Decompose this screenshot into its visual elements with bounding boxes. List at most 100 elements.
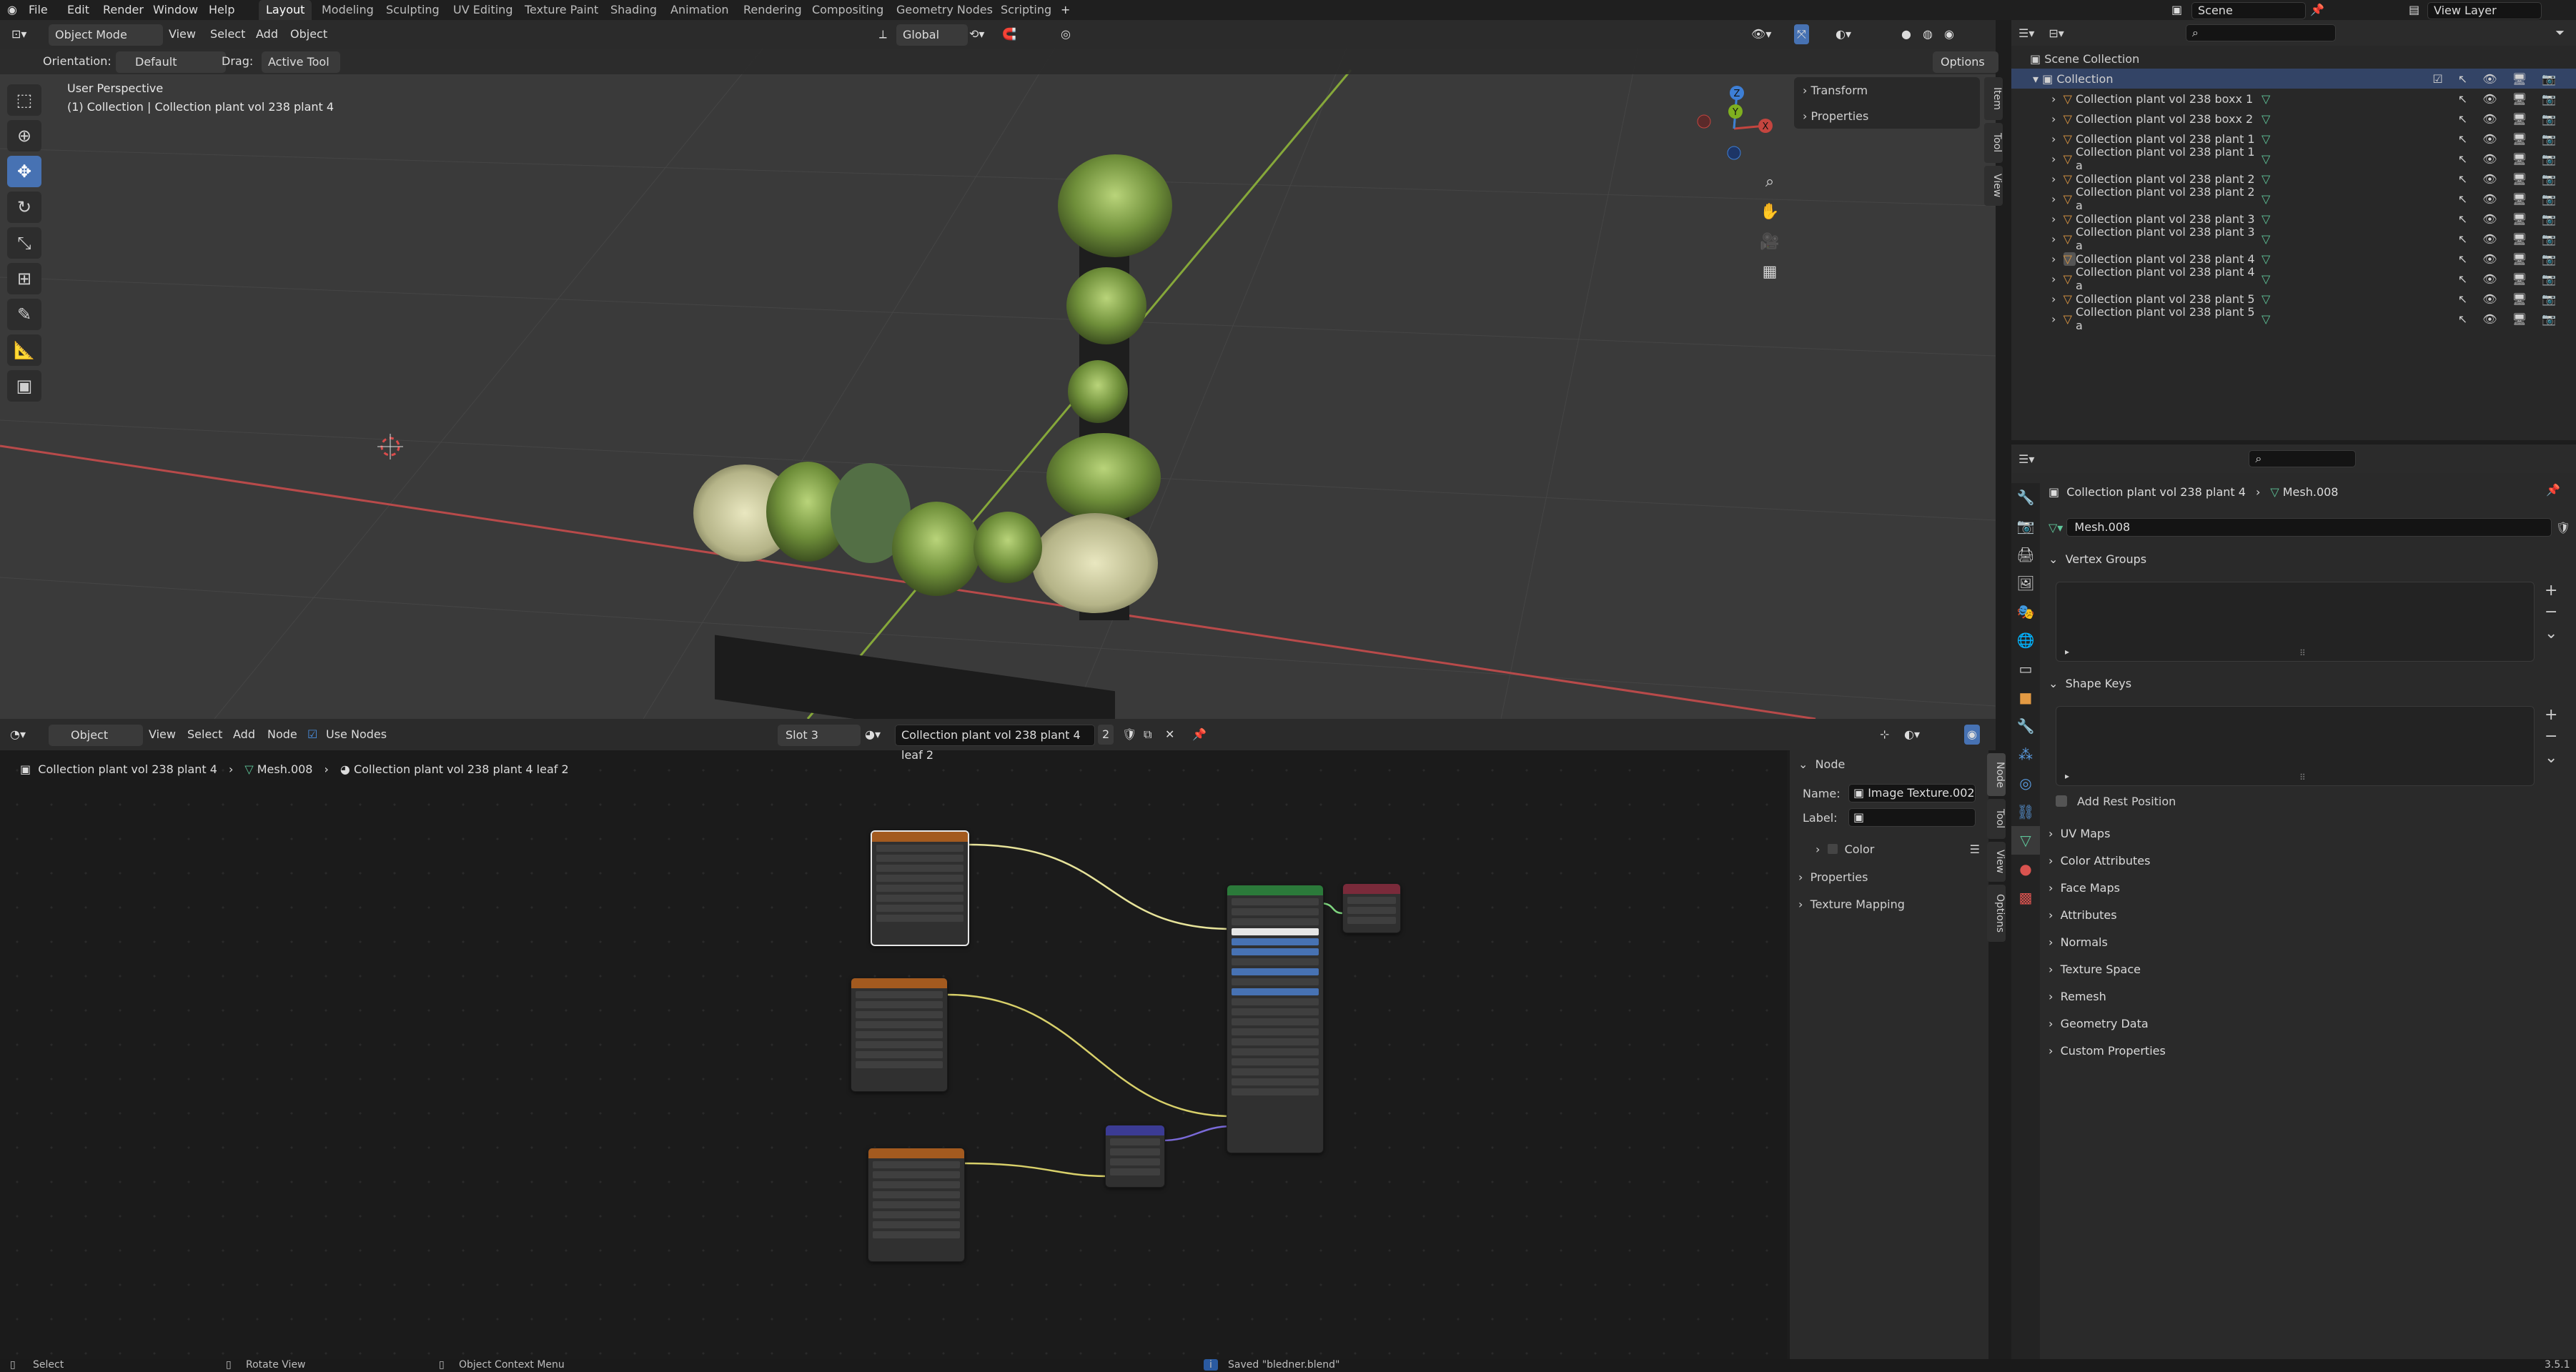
panel-vertex-groups[interactable]: ⌄ Vertex Groups (2049, 547, 2570, 572)
node-gizmo-icon[interactable]: ◉ (1964, 725, 1980, 745)
properties-search-input[interactable]: ⌕ (2249, 450, 2357, 467)
restrict-toggles[interactable]: ↖ 👁 🖥 📷 (2458, 292, 2562, 306)
vp-menu-object[interactable]: Object (290, 24, 327, 44)
constraints-tab-icon[interactable]: ⛓ (2011, 797, 2040, 826)
panel-attributes[interactable]: › Attributes (2049, 903, 2570, 928)
node-panel-header[interactable]: ⌄ Node (1798, 753, 1845, 775)
mesh-data-icon[interactable]: ▽▾ (2049, 521, 2066, 535)
tab-sculpting[interactable]: Sculpting (379, 0, 447, 20)
resize-grip-icon[interactable]: ⠿ (2299, 648, 2306, 658)
scene-tab-icon[interactable]: 🎭 (2011, 597, 2040, 626)
node-menu-select[interactable]: Select (187, 725, 222, 745)
tab-compositing[interactable]: Compositing (805, 0, 891, 20)
tool-tab-icon[interactable]: 🔧 (2011, 483, 2040, 512)
add-rest-position-row[interactable]: Add Rest Position (2056, 792, 2176, 810)
pivot-icon[interactable]: ⟲▾ (969, 24, 984, 44)
panel-texture-space[interactable]: › Texture Space (2049, 958, 2570, 982)
slot-dropdown[interactable]: Slot 3 (778, 725, 861, 746)
view-layer-field[interactable]: View Layer (2427, 2, 2542, 19)
outliner-item[interactable]: › ▽ Collection plant vol 238 plant 5 a ▽ ↖… (2011, 305, 2576, 332)
n-panel-properties[interactable]: › Properties (1794, 103, 1980, 129)
expand-arrow-icon[interactable]: ▸ (2065, 647, 2069, 657)
remove-icon[interactable]: − (2545, 602, 2557, 623)
use-nodes-checkbox-icon[interactable]: ☑ (307, 725, 317, 745)
tab-scripting[interactable]: Scripting (994, 0, 1059, 20)
move-tool-icon[interactable]: ✥ (7, 156, 41, 187)
remove-icon[interactable]: − (2545, 726, 2557, 747)
image-texture-node[interactable] (868, 1148, 965, 1262)
restrict-toggles[interactable]: ↖ 👁 🖥 📷 (2458, 272, 2562, 286)
restrict-toggles[interactable]: ↖ 👁 🖥 📷 (2458, 312, 2562, 326)
vp-menu-view[interactable]: View (169, 24, 196, 44)
node-color-row[interactable]: › Color ☰ (1815, 839, 1980, 859)
shading-material-icon[interactable]: ◍ (1923, 24, 1933, 44)
pan-hand-icon[interactable]: ✋ (1755, 197, 1784, 227)
material-output-node[interactable] (1342, 883, 1401, 933)
chevron-down-icon[interactable]: ⌄ (2545, 623, 2557, 645)
node-label-field[interactable]: ▣ (1848, 808, 1976, 827)
panel-color-attributes[interactable]: › Color Attributes (2049, 849, 2570, 873)
restrict-toggles[interactable]: ↖ 👁 🖥 📷 (2458, 92, 2562, 106)
options-dropdown[interactable]: Options (1933, 51, 1998, 73)
restrict-toggles[interactable]: ↖ 👁 🖥 📷 (2458, 152, 2562, 166)
menu-help[interactable]: Help (209, 0, 234, 20)
fake-user-shield-icon[interactable]: 🛡 (2556, 521, 2570, 535)
node-side-tab-node[interactable]: Node (1987, 753, 2006, 796)
gizmo-toggle-icon[interactable]: ⤧ (1794, 24, 1809, 44)
cursor-tool-icon[interactable]: ⊕ (7, 120, 41, 151)
node-menu-view[interactable]: View (149, 725, 176, 745)
particles-tab-icon[interactable]: ⁂ (2011, 740, 2040, 769)
unlink-material-icon[interactable]: ✕ (1165, 725, 1174, 745)
snap-node-icon[interactable]: ⊹ (1880, 725, 1889, 745)
node-properties-panel[interactable]: › Properties (1798, 866, 1868, 888)
tab-layout[interactable]: Layout (259, 0, 312, 20)
shape-keys-list[interactable]: ▸ ⠿ (2056, 706, 2535, 786)
pin-icon[interactable]: 📌 (2546, 483, 2560, 497)
transform-space-dropdown[interactable]: Global (896, 24, 968, 46)
shader-editor-icon[interactable]: ◔▾ (10, 725, 26, 745)
overlay-toggle-icon[interactable]: ◐▾ (1836, 24, 1851, 44)
tab-uv-editing[interactable]: UV Editing (446, 0, 520, 20)
side-tab-item[interactable]: Item (1984, 77, 2003, 120)
add-icon[interactable]: + (2545, 705, 2557, 726)
scene-collection-row[interactable]: ▣ Scene Collection (2011, 49, 2576, 69)
outliner-item[interactable]: › ▽ Collection plant vol 238 plant 1 a ▽ ↖… (2011, 145, 2576, 172)
tab-modeling[interactable]: Modeling (314, 0, 381, 20)
pin-icon[interactable]: 📌 (1192, 725, 1207, 745)
tab-texture-paint[interactable]: Texture Paint (517, 0, 605, 20)
node-menu-node[interactable]: Node (267, 725, 297, 745)
collection-toggles[interactable]: ☑ ↖ 👁 🖥 📷 (2432, 72, 2562, 86)
collection-tab-icon[interactable]: ▭ (2011, 655, 2040, 683)
outliner-item[interactable]: › ▽ Collection plant vol 238 boxx 1 ▽ ↖ 👁 … (2011, 89, 2576, 109)
duplicate-material-icon[interactable]: ⧉ (1144, 725, 1151, 745)
panel-geometry-data[interactable]: › Geometry Data (2049, 1012, 2570, 1036)
editor-type-icon[interactable]: ⊡▾ (11, 24, 26, 44)
shading-solid-icon[interactable]: ● (1901, 24, 1911, 44)
rest-position-checkbox[interactable] (2056, 795, 2067, 807)
outliner-item[interactable]: › ▽ Collection plant vol 238 boxx 2 ▽ ↖ 👁 … (2011, 109, 2576, 129)
side-tab-tool[interactable]: Tool (1984, 123, 2003, 163)
zoom-icon[interactable]: ⌕ (1755, 167, 1784, 197)
panel-uv-maps[interactable]: › UV Maps (2049, 822, 2570, 846)
object-tab-icon[interactable]: ■ (2011, 683, 2040, 712)
panel-custom-properties[interactable]: › Custom Properties (2049, 1039, 2570, 1063)
snap-icon[interactable]: 🧲 (1002, 24, 1016, 44)
measure-tool-icon[interactable]: 📐 (7, 334, 41, 366)
restrict-toggles[interactable]: ↖ 👁 🖥 📷 (2458, 252, 2562, 266)
chevron-down-icon[interactable]: ⌄ (2545, 747, 2557, 769)
texture-tab-icon[interactable]: ▩ (2011, 883, 2040, 912)
tab-shading[interactable]: Shading (603, 0, 664, 20)
display-mode-icon[interactable]: ⊟▾ (2049, 26, 2064, 40)
scale-tool-icon[interactable]: ⤡ (7, 227, 41, 259)
scene-field[interactable]: Scene (2191, 2, 2306, 19)
properties-editor-icon[interactable]: ☰▾ (2018, 452, 2034, 466)
collection-row[interactable]: ▾ ▣ Collection ☑ ↖ 👁 🖥 📷 (2011, 69, 2576, 89)
user-count-badge[interactable]: 2 (1098, 725, 1114, 745)
transform-tool-icon[interactable]: ⊞ (7, 263, 41, 294)
image-texture-node-selected[interactable] (871, 830, 969, 946)
fake-user-shield-icon[interactable]: 🛡 (1122, 725, 1136, 745)
mesh-data-tab-icon[interactable]: ▽ (2011, 826, 2040, 855)
tab-geometry-nodes[interactable]: Geometry Nodes (889, 0, 1000, 20)
outliner-search-input[interactable]: ⌕ (2185, 24, 2336, 41)
navigation-gizmo[interactable]: X Z Y (1691, 79, 1777, 164)
